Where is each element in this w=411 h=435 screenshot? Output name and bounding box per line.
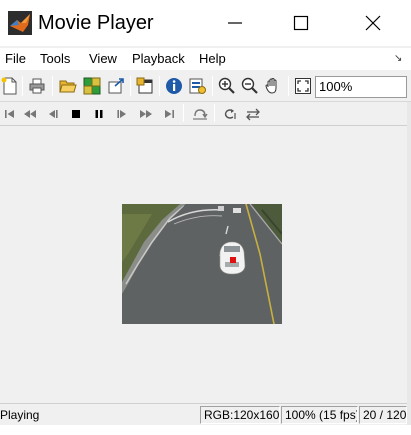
step-back-icon[interactable]: [43, 104, 63, 124]
toolbar-separator: [130, 76, 131, 96]
toolbar-separator: [52, 76, 53, 96]
toolbar-separator: [288, 76, 289, 96]
info-icon[interactable]: [164, 76, 184, 96]
toolbar-separator: [183, 104, 184, 122]
close-icon: [365, 15, 381, 31]
zoom-out-icon[interactable]: [240, 76, 260, 96]
frame-rate-readout: 100% (15 fps): [281, 406, 358, 424]
video-frame: [122, 204, 282, 324]
minimize-button[interactable]: [212, 0, 258, 46]
zoom-level-field[interactable]: 100%: [315, 76, 407, 98]
maximize-button[interactable]: [278, 0, 324, 46]
fit-to-window-icon[interactable]: [293, 76, 313, 96]
menu-file[interactable]: File: [5, 51, 26, 67]
main-toolbar: 100%: [0, 72, 411, 102]
dock-arrow-icon[interactable]: ↘: [394, 53, 402, 64]
status-bar: Playing RGB:120x160 100% (15 fps) 20 / 1…: [0, 403, 411, 425]
toolbar-separator: [214, 104, 215, 122]
maximize-icon: [293, 15, 309, 31]
pause-icon[interactable]: [89, 104, 109, 124]
menu-tools[interactable]: Tools: [40, 51, 70, 67]
connect-icon[interactable]: [82, 76, 102, 96]
toolbar-separator: [22, 76, 23, 96]
toolbar-separator: [212, 76, 213, 96]
export-icon[interactable]: [106, 76, 126, 96]
tracked-object-marker: [230, 257, 236, 263]
menu-view[interactable]: View: [89, 51, 117, 67]
menu-bar: File Tools View Playback Help ↘: [0, 48, 411, 70]
video-display-area: [0, 127, 411, 402]
title-bar[interactable]: Movie Player: [0, 0, 411, 46]
rewind-icon[interactable]: [20, 104, 40, 124]
go-to-last-icon[interactable]: [159, 104, 179, 124]
fast-forward-icon[interactable]: [136, 104, 156, 124]
menu-playback[interactable]: Playback: [132, 51, 185, 67]
window-right-edge: [407, 102, 411, 425]
go-to-first-icon[interactable]: [0, 104, 20, 124]
toolbar-separator: [159, 76, 160, 96]
close-button[interactable]: [350, 0, 396, 46]
properties-icon[interactable]: [187, 76, 207, 96]
pan-hand-icon[interactable]: [263, 76, 283, 96]
window-bottom-edge: [0, 425, 411, 435]
playback-status: Playing: [0, 408, 40, 422]
new-window-icon[interactable]: [135, 76, 155, 96]
window-title: Movie Player: [38, 12, 154, 34]
movie-player-window: Movie Player File Tools View Playback He…: [0, 0, 411, 435]
playback-toolbar: [0, 102, 411, 126]
print-icon[interactable]: [27, 76, 47, 96]
zoom-in-icon[interactable]: [217, 76, 237, 96]
matlab-logo-icon: [8, 11, 32, 35]
color-format-readout: RGB:120x160: [200, 406, 280, 424]
step-forward-icon[interactable]: [112, 104, 132, 124]
jump-to-icon[interactable]: [190, 104, 210, 124]
frame-counter: 20 / 120: [359, 406, 407, 424]
playback-direction-icon[interactable]: [243, 104, 263, 124]
open-folder-icon[interactable]: [58, 76, 78, 96]
minimize-icon: [228, 22, 242, 24]
menu-help[interactable]: Help: [199, 51, 226, 67]
stop-icon[interactable]: [66, 104, 86, 124]
loop-icon[interactable]: [220, 104, 240, 124]
new-file-icon[interactable]: [0, 76, 20, 96]
